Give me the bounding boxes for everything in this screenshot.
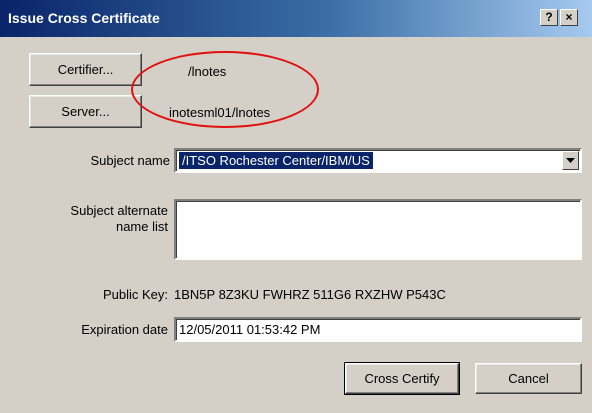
- alt-name-textarea[interactable]: [174, 199, 582, 260]
- annotation-circle: [131, 51, 319, 128]
- chevron-down-icon: [566, 158, 575, 163]
- close-button[interactable]: ×: [560, 9, 578, 26]
- expiration-date-field[interactable]: 12/05/2011 01:53:42 PM: [174, 317, 582, 342]
- expiration-label: Expiration date: [81, 322, 168, 337]
- public-key-label: Public Key:: [102, 287, 168, 302]
- certifier-button[interactable]: Certifier...: [29, 53, 142, 86]
- expiration-date-value: 12/05/2011 01:53:42 PM: [179, 322, 321, 337]
- help-button[interactable]: ?: [540, 9, 558, 26]
- public-key-value: 1BN5P 8Z3KU FWHRZ 511G6 RXZHW P543C: [174, 287, 446, 302]
- subject-name-selected: /ITSO Rochester Center/IBM/US: [179, 152, 373, 169]
- cross-certify-button[interactable]: Cross Certify: [344, 362, 460, 395]
- window-title: Issue Cross Certificate: [8, 10, 160, 26]
- cancel-button[interactable]: Cancel: [475, 363, 582, 394]
- subject-name-label: Subject name: [90, 153, 171, 168]
- server-button[interactable]: Server...: [29, 95, 142, 128]
- alt-name-label-line2: name list: [115, 219, 168, 234]
- alt-name-label-line1: Subject alternate: [70, 203, 168, 218]
- title-bar: Issue Cross Certificate ? ×: [0, 0, 592, 37]
- dropdown-button[interactable]: [562, 151, 579, 170]
- subject-name-combobox[interactable]: /ITSO Rochester Center/IBM/US: [174, 148, 582, 173]
